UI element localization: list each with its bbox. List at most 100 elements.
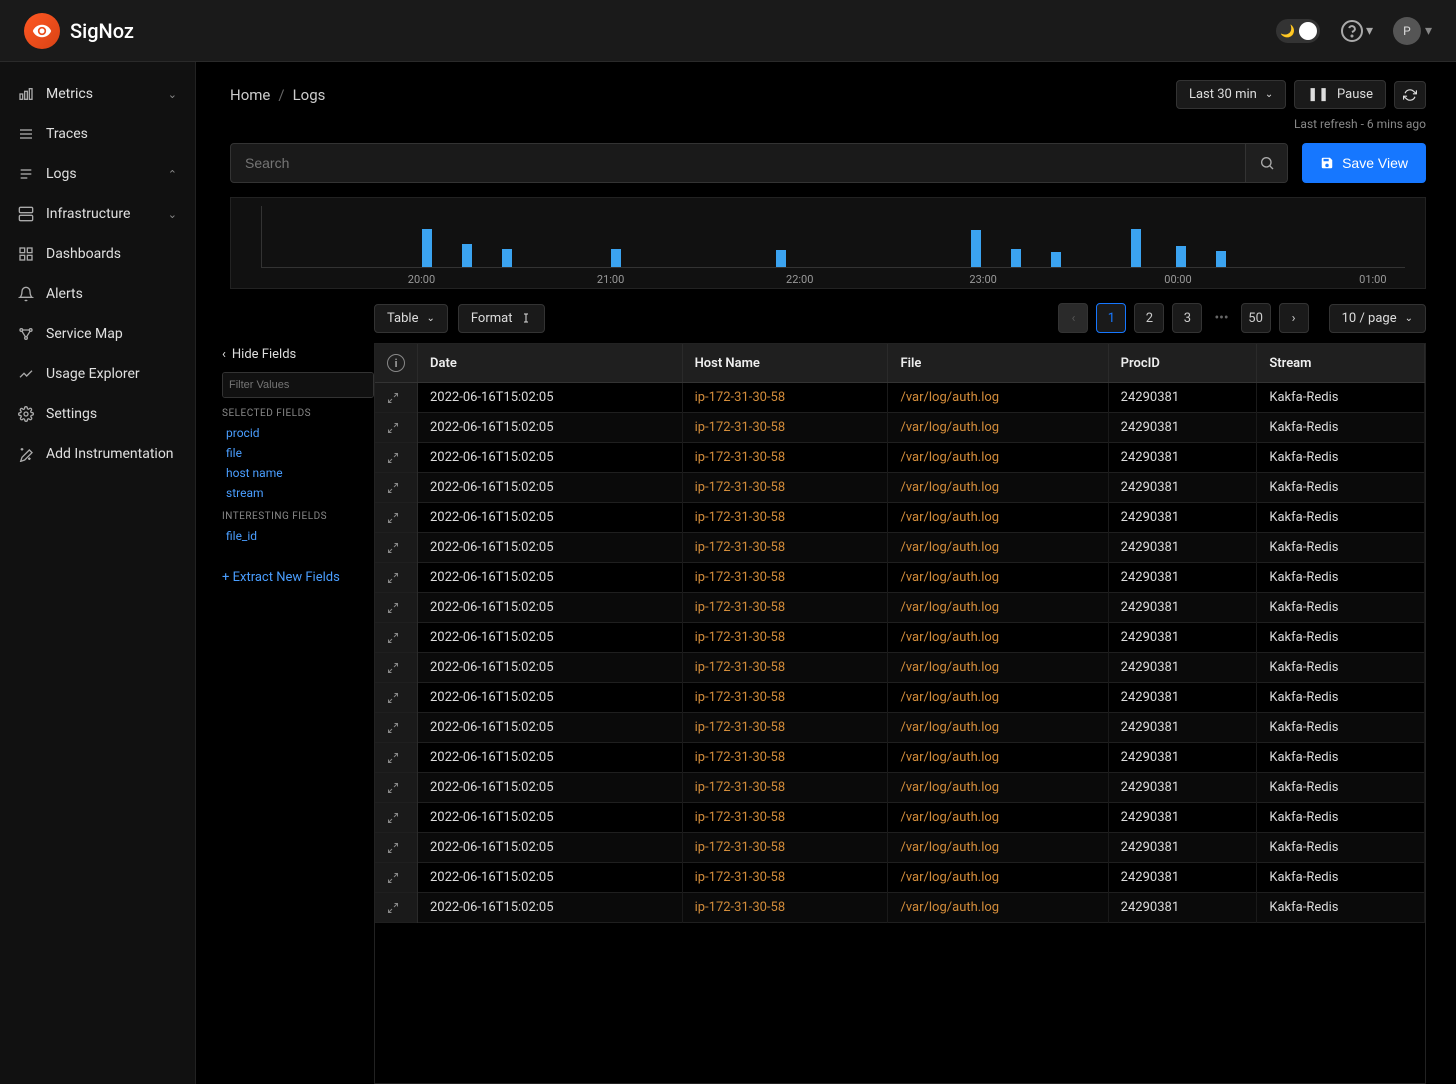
cell-host[interactable]: ip-172-31-30-58 — [682, 833, 888, 863]
column-hostname[interactable]: Host Name — [682, 344, 888, 383]
per-page-selector[interactable]: 10 / page ⌄ — [1329, 304, 1426, 333]
prev-page-button[interactable]: ‹ — [1058, 303, 1088, 333]
sidebar-item-logs[interactable]: Logs⌃ — [0, 154, 195, 194]
cell-file[interactable]: /var/log/auth.log — [888, 443, 1108, 473]
cell-host[interactable]: ip-172-31-30-58 — [682, 713, 888, 743]
cell-host[interactable]: ip-172-31-30-58 — [682, 503, 888, 533]
cell-host[interactable]: ip-172-31-30-58 — [682, 533, 888, 563]
sidebar-item-settings[interactable]: Settings — [0, 394, 195, 434]
cell-host[interactable]: ip-172-31-30-58 — [682, 803, 888, 833]
cell-file[interactable]: /var/log/auth.log — [888, 713, 1108, 743]
extract-fields-link[interactable]: + Extract New Fields — [222, 570, 374, 585]
cell-host[interactable]: ip-172-31-30-58 — [682, 413, 888, 443]
chart-bar[interactable] — [776, 250, 786, 267]
expand-row-button[interactable] — [375, 413, 418, 443]
expand-row-button[interactable] — [375, 683, 418, 713]
cell-file[interactable]: /var/log/auth.log — [888, 593, 1108, 623]
cell-host[interactable]: ip-172-31-30-58 — [682, 773, 888, 803]
chart-bar[interactable] — [611, 249, 621, 267]
user-menu[interactable]: P ▾ — [1393, 17, 1432, 45]
expand-row-button[interactable] — [375, 533, 418, 563]
cell-file[interactable]: /var/log/auth.log — [888, 563, 1108, 593]
cell-host[interactable]: ip-172-31-30-58 — [682, 863, 888, 893]
filter-values-input[interactable] — [223, 373, 374, 397]
page-last-button[interactable]: 50 — [1241, 303, 1271, 333]
refresh-button[interactable] — [1394, 81, 1426, 109]
expand-row-button[interactable] — [375, 863, 418, 893]
sidebar-item-traces[interactable]: Traces — [0, 114, 195, 154]
cell-file[interactable]: /var/log/auth.log — [888, 803, 1108, 833]
expand-row-button[interactable] — [375, 713, 418, 743]
cell-host[interactable]: ip-172-31-30-58 — [682, 563, 888, 593]
cell-host[interactable]: ip-172-31-30-58 — [682, 683, 888, 713]
column-date[interactable]: Date — [418, 344, 683, 383]
format-button[interactable]: Format — [458, 304, 546, 333]
cell-file[interactable]: /var/log/auth.log — [888, 893, 1108, 923]
chart-bar[interactable] — [502, 249, 512, 267]
expand-row-button[interactable] — [375, 893, 418, 923]
column-file[interactable]: File — [888, 344, 1108, 383]
cell-host[interactable]: ip-172-31-30-58 — [682, 743, 888, 773]
sidebar-item-dashboards[interactable]: Dashboards — [0, 234, 195, 274]
sidebar-item-infrastructure[interactable]: Infrastructure⌄ — [0, 194, 195, 234]
sidebar-item-metrics[interactable]: Metrics⌄ — [0, 74, 195, 114]
column-procid[interactable]: ProcID — [1108, 344, 1257, 383]
field-procid[interactable]: procid — [222, 423, 374, 443]
cell-file[interactable]: /var/log/auth.log — [888, 473, 1108, 503]
chart-bar[interactable] — [1216, 251, 1226, 267]
expand-row-button[interactable] — [375, 833, 418, 863]
cell-file[interactable]: /var/log/auth.log — [888, 863, 1108, 893]
expand-row-button[interactable] — [375, 803, 418, 833]
cell-host[interactable]: ip-172-31-30-58 — [682, 443, 888, 473]
cell-host[interactable]: ip-172-31-30-58 — [682, 623, 888, 653]
expand-row-button[interactable] — [375, 503, 418, 533]
histogram-chart[interactable]: 20:0021:0022:0023:0000:0001:00 — [230, 197, 1426, 289]
cell-host[interactable]: ip-172-31-30-58 — [682, 653, 888, 683]
cell-host[interactable]: ip-172-31-30-58 — [682, 473, 888, 503]
expand-row-button[interactable] — [375, 383, 418, 413]
sidebar-item-service-map[interactable]: Service Map — [0, 314, 195, 354]
cell-file[interactable]: /var/log/auth.log — [888, 383, 1108, 413]
expand-row-button[interactable] — [375, 743, 418, 773]
sidebar-item-add-instrumentation[interactable]: Add Instrumentation — [0, 434, 195, 474]
page-3-button[interactable]: 3 — [1172, 303, 1202, 333]
cell-file[interactable]: /var/log/auth.log — [888, 743, 1108, 773]
page-2-button[interactable]: 2 — [1134, 303, 1164, 333]
chart-bar[interactable] — [1176, 246, 1186, 267]
column-stream[interactable]: Stream — [1257, 344, 1425, 383]
cell-file[interactable]: /var/log/auth.log — [888, 773, 1108, 803]
search-input[interactable] — [231, 144, 1245, 182]
pause-button[interactable]: ❚❚ Pause — [1294, 80, 1386, 109]
expand-row-button[interactable] — [375, 593, 418, 623]
hide-fields-toggle[interactable]: ‹ Hide Fields — [222, 347, 374, 362]
field-host-name[interactable]: host name — [222, 463, 374, 483]
next-page-button[interactable]: › — [1279, 303, 1309, 333]
cell-host[interactable]: ip-172-31-30-58 — [682, 593, 888, 623]
search-button[interactable] — [1245, 144, 1287, 182]
breadcrumb-home[interactable]: Home — [230, 86, 270, 104]
info-column-header[interactable]: i — [375, 344, 418, 383]
cell-host[interactable]: ip-172-31-30-58 — [682, 893, 888, 923]
help-menu[interactable]: ▾ — [1340, 19, 1373, 43]
cell-file[interactable]: /var/log/auth.log — [888, 623, 1108, 653]
cell-file[interactable]: /var/log/auth.log — [888, 833, 1108, 863]
expand-row-button[interactable] — [375, 473, 418, 503]
field-stream[interactable]: stream — [222, 483, 374, 503]
field-file[interactable]: file — [222, 443, 374, 463]
chart-bar[interactable] — [1011, 249, 1021, 267]
page-1-button[interactable]: 1 — [1096, 303, 1126, 333]
chart-bar[interactable] — [422, 229, 432, 267]
expand-row-button[interactable] — [375, 653, 418, 683]
cell-file[interactable]: /var/log/auth.log — [888, 503, 1108, 533]
sidebar-item-usage-explorer[interactable]: Usage Explorer — [0, 354, 195, 394]
cell-file[interactable]: /var/log/auth.log — [888, 653, 1108, 683]
expand-row-button[interactable] — [375, 563, 418, 593]
cell-file[interactable]: /var/log/auth.log — [888, 683, 1108, 713]
expand-row-button[interactable] — [375, 623, 418, 653]
expand-row-button[interactable] — [375, 443, 418, 473]
field-file_id[interactable]: file_id — [222, 526, 374, 546]
chart-bar[interactable] — [1131, 229, 1141, 267]
time-range-selector[interactable]: Last 30 min ⌄ — [1176, 80, 1286, 109]
chart-bar[interactable] — [462, 244, 472, 267]
chart-bar[interactable] — [971, 230, 981, 267]
